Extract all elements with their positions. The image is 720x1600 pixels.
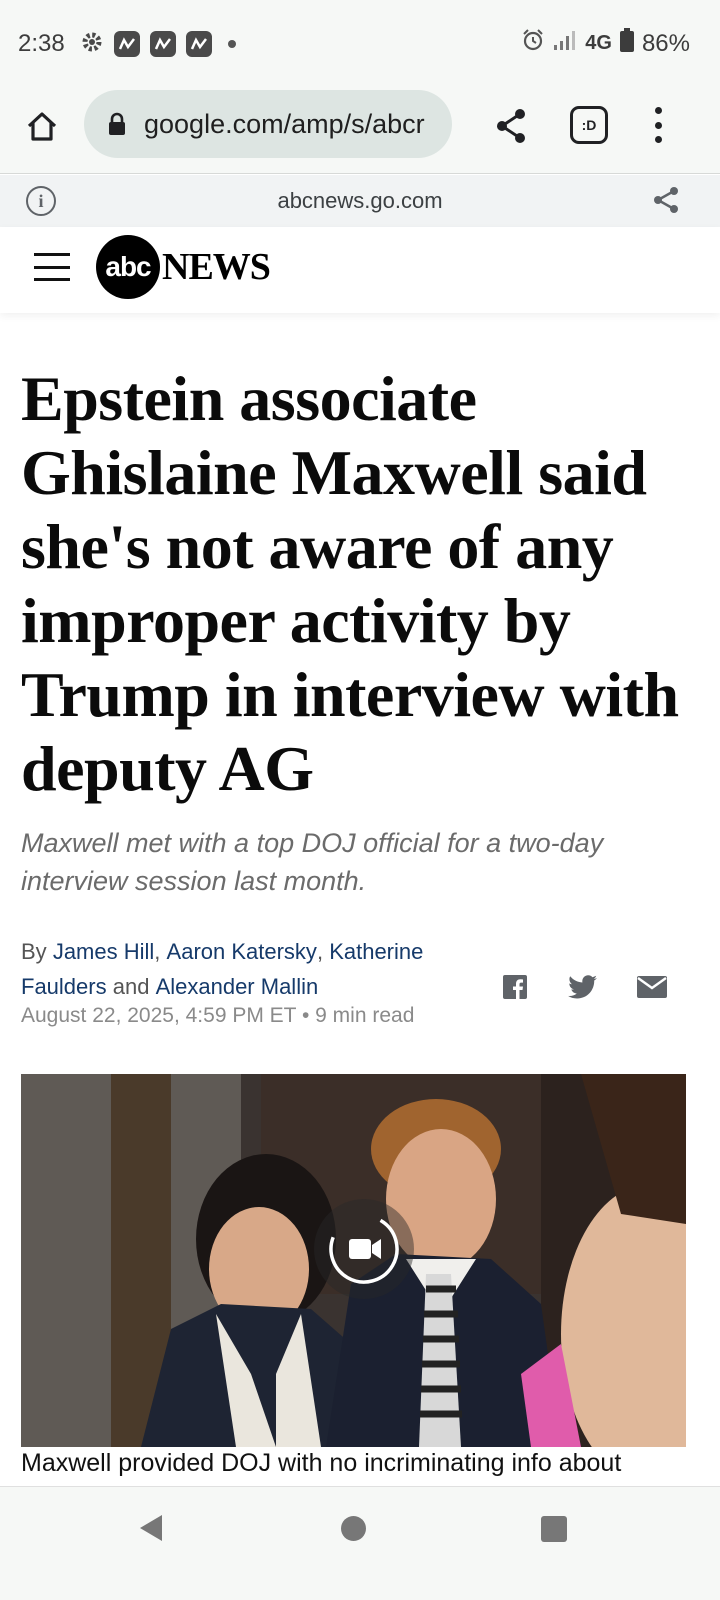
dot-icon [228,40,236,48]
recent-apps-icon[interactable] [541,1516,567,1542]
read-time: • 9 min read [301,1004,415,1027]
author-link[interactable]: James Hill [53,939,154,964]
twitter-share-button[interactable] [567,972,599,1002]
home-button[interactable] [22,106,62,146]
battery-icon [619,28,634,59]
status-bar: 2:38 4G 86% [0,0,720,88]
facebook-share-button[interactable] [502,972,528,1002]
lock-icon [106,112,128,136]
more-menu-button[interactable] [646,104,670,146]
share-icon [654,187,678,213]
battery-percent: 86% [641,29,690,57]
site-header: abc NEWS [0,227,720,313]
facebook-icon [503,975,527,999]
date-text: August 22, 2025, 4:59 PM ET [21,1004,297,1027]
network-type: 4G [585,32,612,54]
article-video-thumbnail[interactable] [21,1074,686,1447]
status-system-icons: 4G 86% [521,28,690,59]
address-bar[interactable]: google.com/amp/s/abcr [84,90,452,158]
tab-switcher-button[interactable]: :D [570,106,608,144]
share-button[interactable] [494,106,534,146]
browser-toolbar: google.com/amp/s/abcr :D [0,88,720,174]
twitter-icon [568,975,597,999]
abc-news-logo[interactable]: abc NEWS [96,235,271,299]
status-notification-icons [80,30,236,58]
status-time: 2:38 [18,30,65,57]
email-icon [637,976,667,998]
app-notification-icon [186,31,212,57]
amp-share-button[interactable] [652,185,682,215]
url-text: google.com/amp/s/abcr [144,108,425,139]
author-link[interactable]: Aaron Katersky [167,939,317,964]
app-notification-icon [114,31,140,57]
byline-prefix: By [21,939,47,964]
signal-icon [553,29,577,58]
share-icon [497,109,525,143]
image-caption: Maxwell provided DOJ with no incriminati… [21,1449,622,1477]
article-subhead: Maxwell met with a top DOJ official for … [21,828,604,896]
hamburger-menu-icon[interactable] [34,253,70,281]
email-share-button[interactable] [636,972,668,1002]
back-icon[interactable] [136,1513,166,1543]
byline: By James Hill, Aaron Katersky, Katherine… [21,939,424,999]
alarm-icon [521,28,545,59]
amp-bar: i abcnews.go.com [0,175,720,227]
byline-and: and [112,974,150,999]
gear-icon [80,30,104,58]
logo-word: NEWS [162,246,271,288]
menu-dot-icon [654,121,662,129]
author-link[interactable]: Alexander Mallin [156,974,319,999]
app-notification-icon [150,31,176,57]
video-camera-icon [329,1214,399,1284]
menu-dot-icon [654,107,662,114]
video-play-button[interactable] [314,1199,414,1299]
logo-mark: abc [96,235,160,299]
menu-dot-icon [654,136,662,143]
home-icon [27,112,57,141]
amp-domain[interactable]: abcnews.go.com [0,188,720,214]
publish-date: August 22, 2025, 4:59 PM ET • 9 min read [21,1004,414,1028]
article-headline: Epstein associate Ghislaine Maxwell said… [21,363,679,804]
home-nav-icon[interactable] [341,1516,366,1541]
system-navigation-bar [0,1486,720,1600]
